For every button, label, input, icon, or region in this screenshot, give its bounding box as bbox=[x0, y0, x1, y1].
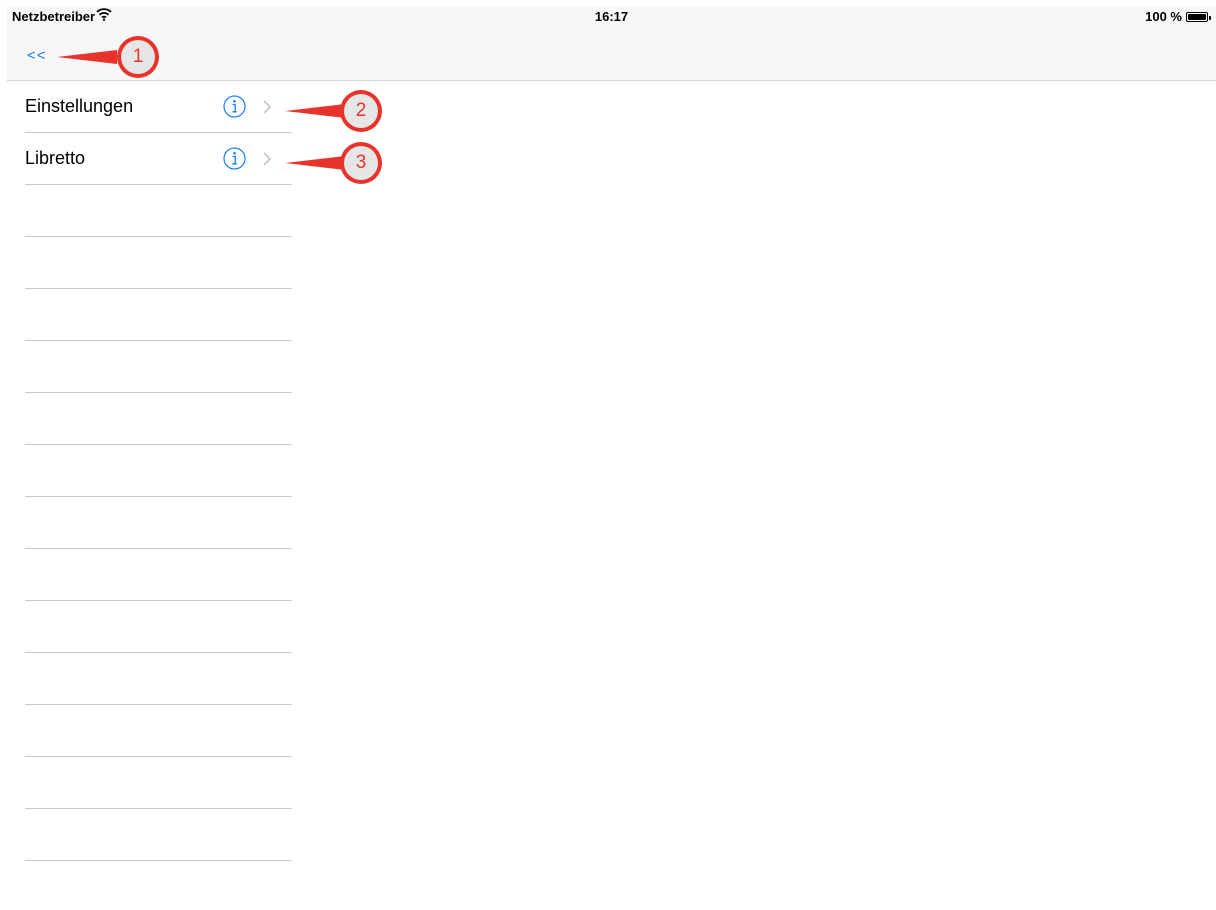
back-button[interactable]: << bbox=[27, 47, 47, 64]
clock: 16:17 bbox=[594, 9, 629, 24]
chevron-right-icon bbox=[263, 100, 272, 114]
status-bar: Netzbetreiber 16:17 100 % bbox=[7, 6, 1216, 28]
list-item-libretto[interactable]: Libretto bbox=[7, 133, 292, 185]
callout-1-number: 1 bbox=[132, 46, 144, 67]
empty-list-row bbox=[7, 341, 292, 393]
empty-list-row bbox=[7, 237, 292, 289]
empty-list-row bbox=[7, 185, 292, 237]
menu-list: Einstellungen Libretto bbox=[7, 81, 292, 861]
empty-list-row bbox=[7, 445, 292, 497]
callout-3: 3 bbox=[283, 139, 393, 194]
empty-list-row bbox=[7, 653, 292, 705]
battery-percent: 100 % bbox=[1145, 9, 1182, 24]
callout-1: 1 bbox=[55, 34, 165, 89]
navigation-bar: << bbox=[7, 28, 1216, 81]
empty-list-row bbox=[7, 601, 292, 653]
empty-list-row bbox=[7, 393, 292, 445]
battery-status: 100 % bbox=[1145, 9, 1211, 24]
empty-list-row bbox=[7, 809, 292, 861]
callout-3-number: 3 bbox=[355, 152, 367, 173]
empty-list-row bbox=[7, 549, 292, 601]
battery-icon bbox=[1186, 11, 1211, 22]
empty-list-row bbox=[7, 705, 292, 757]
list-item-label: Einstellungen bbox=[25, 96, 134, 116]
list-item-label: Libretto bbox=[25, 148, 86, 168]
callout-2-number: 2 bbox=[355, 100, 367, 121]
empty-list-row bbox=[7, 289, 292, 341]
row-separator bbox=[25, 860, 292, 861]
chevron-right-icon bbox=[263, 152, 272, 166]
empty-list-row bbox=[7, 757, 292, 809]
callout-2: 2 bbox=[283, 87, 393, 142]
empty-list-row bbox=[7, 497, 292, 549]
info-circle-icon[interactable] bbox=[223, 95, 246, 118]
info-circle-icon[interactable] bbox=[223, 147, 246, 170]
